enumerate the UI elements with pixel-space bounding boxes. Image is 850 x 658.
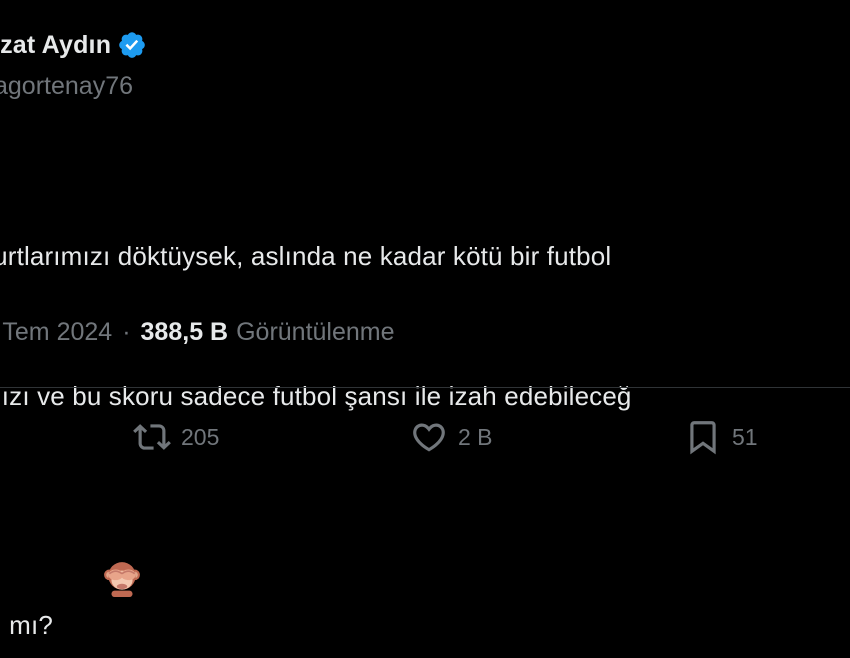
views-label: Görüntülenme <box>236 318 395 346</box>
bookmark-button[interactable]: 51 <box>684 418 758 456</box>
tweet-line-3-text: m mı? <box>0 610 53 640</box>
views-count: 388,5 B <box>140 318 229 346</box>
see-no-evil-monkey-icon <box>59 512 141 597</box>
like-button[interactable]: 2 B <box>410 418 493 456</box>
tweet-text: kurtlarımızı döktüysek, aslında ne kadar… <box>0 140 850 640</box>
verified-badge-icon <box>117 30 147 60</box>
bookmark-count: 51 <box>732 423 758 450</box>
bookmark-icon <box>690 421 716 455</box>
tweet-line-3: m mı? <box>0 512 850 640</box>
author-handle[interactable]: agortenay76 <box>0 72 133 101</box>
tweet-header: vzat Aydın agortenay76 <box>0 28 850 108</box>
retweet-icon <box>133 424 171 450</box>
retweet-button[interactable]: 205 <box>133 418 219 456</box>
heart-icon <box>413 423 445 452</box>
tweet-line-1: kurtlarımızı döktüysek, aslında ne kadar… <box>0 241 612 271</box>
meta-separator: · <box>122 318 131 346</box>
tweet-date[interactable]: 3 Tem 2024 <box>0 318 112 347</box>
tweet-meta: 3 Tem 2024 · 388,5 B Görüntülenme <box>0 318 395 347</box>
author-name[interactable]: vzat Aydın <box>0 31 111 60</box>
action-bar: 205 2 B 51 <box>0 388 850 478</box>
author-name-row[interactable]: vzat Aydın <box>0 30 147 60</box>
like-count: 2 B <box>458 423 493 450</box>
retweet-count: 205 <box>181 423 220 450</box>
